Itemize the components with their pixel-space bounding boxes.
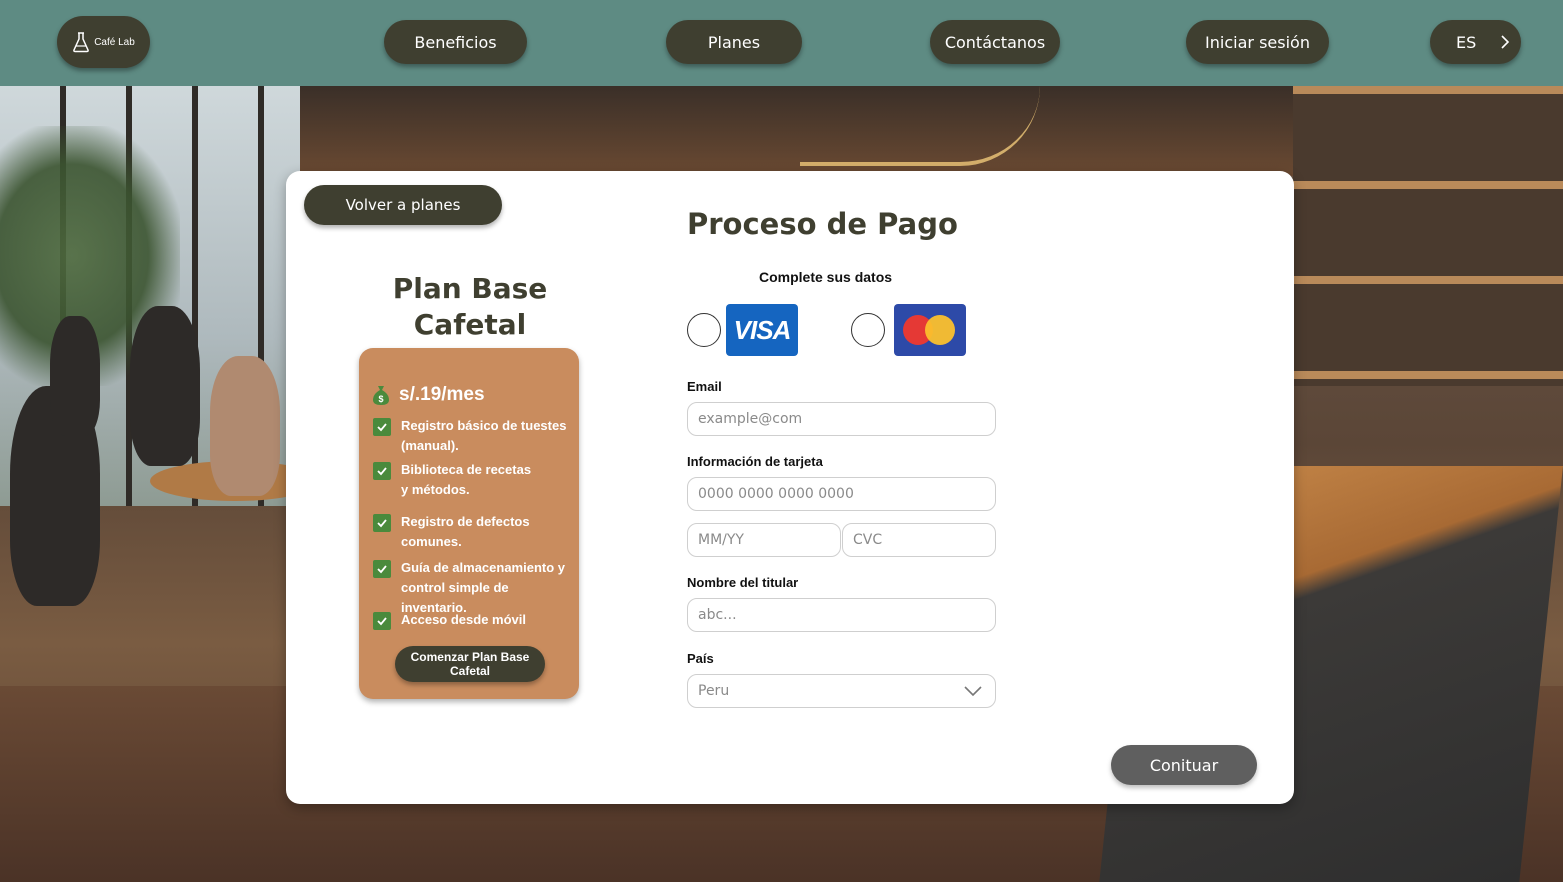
visa-radio[interactable]: [687, 313, 721, 347]
feature-text: Registro de defectos comunes.: [401, 514, 530, 549]
feature-item: Acceso desde móvil: [373, 610, 571, 630]
country-label: País: [687, 651, 714, 666]
back-to-plans-button[interactable]: Volver a planes: [304, 185, 502, 225]
nav-beneficios-button[interactable]: Beneficios: [384, 20, 527, 64]
country-select[interactable]: Peru: [687, 674, 996, 708]
feature-item: Registro básico de tuestes (manual).: [373, 416, 571, 456]
nav-iniciar-sesion-button[interactable]: Iniciar sesión: [1186, 20, 1329, 64]
country-value: Peru: [698, 683, 730, 699]
language-label: ES: [1456, 32, 1477, 52]
chevron-down-icon: [964, 686, 982, 697]
start-plan-button[interactable]: Comenzar Plan Base Cafetal: [395, 646, 545, 682]
checkout-card: Volver a planes Plan Base Cafetal $ s/.1…: [286, 171, 1294, 804]
price-text: s/.19/mes: [399, 384, 485, 405]
visa-brand-text: VISA: [733, 314, 792, 345]
svg-text:$: $: [378, 394, 383, 404]
check-icon: [373, 612, 391, 630]
feature-item: Registro de defectos comunes.: [373, 512, 541, 552]
feature-text: Registro básico de tuestes (manual).: [401, 418, 567, 453]
plan-price: $ s/.19/mes: [371, 384, 485, 406]
feature-text: Biblioteca de recetas y métodos.: [401, 462, 532, 497]
feature-item: Biblioteca de recetas y métodos.: [373, 460, 541, 500]
cvc-field[interactable]: CVC: [842, 523, 996, 557]
check-icon: [373, 560, 391, 578]
expiry-field[interactable]: MM/YY: [687, 523, 841, 557]
chevron-right-icon: [1501, 35, 1510, 49]
cafe-lab-logo[interactable]: Café Lab: [57, 16, 150, 68]
visa-logo-icon[interactable]: VISA: [726, 304, 798, 356]
continue-button[interactable]: Conituar: [1111, 745, 1257, 785]
top-navigation-bar: Café Lab Beneficios Planes Contáctanos I…: [0, 0, 1563, 86]
check-icon: [373, 462, 391, 480]
flask-icon: [73, 32, 90, 53]
mastercard-logo-icon[interactable]: [894, 304, 966, 356]
feature-item: Guía de almacenamiento y control simple …: [373, 558, 573, 618]
holder-name-field[interactable]: abc...: [687, 598, 996, 632]
holder-name-label: Nombre del titular: [687, 575, 799, 590]
payment-title: Proceso de Pago: [687, 207, 958, 241]
logo-text: Café Lab: [94, 36, 135, 48]
plan-summary-card: $ s/.19/mes Registro básico de tuestes (…: [359, 348, 579, 699]
email-label: Email: [687, 379, 722, 394]
money-bag-icon: $: [373, 386, 389, 405]
mastercard-radio[interactable]: [851, 313, 885, 347]
plan-title: Plan Base Cafetal: [392, 272, 548, 341]
language-selector-button[interactable]: ES: [1430, 20, 1521, 64]
check-icon: [373, 514, 391, 532]
payment-subtitle: Complete sus datos: [759, 269, 893, 285]
feature-text: Acceso desde móvil: [401, 612, 526, 627]
check-icon: [373, 418, 391, 436]
nav-planes-button[interactable]: Planes: [666, 20, 802, 64]
feature-text: Guía de almacenamiento y control simple …: [401, 560, 566, 615]
nav-contactanos-button[interactable]: Contáctanos: [930, 20, 1060, 64]
email-field[interactable]: example@com: [687, 402, 996, 436]
card-number-field[interactable]: 0000 0000 0000 0000: [687, 477, 996, 511]
card-info-label: Información de tarjeta: [687, 454, 823, 469]
